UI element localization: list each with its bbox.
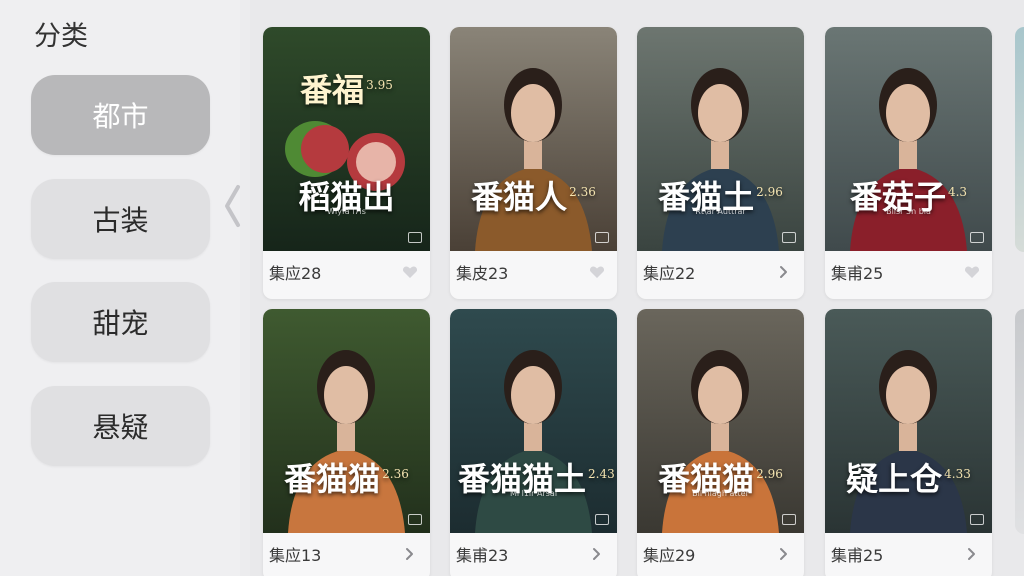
episode-label: 集甫25 [831,546,884,565]
drama-card[interactable]: 番猫猫 2.36 集应13 [263,309,430,576]
drama-card-partial[interactable] [1015,27,1024,252]
category-sidebar: 分类 都市 古装 甜宠 悬疑 [0,0,240,576]
chevron-right-icon[interactable] [776,265,792,279]
poster-rating: 2.43 [588,467,615,482]
poster-rating: 2.96 [756,185,783,200]
heart-icon[interactable] [402,265,418,279]
drama-card[interactable]: 番猫土 2.96 Rt\ar Auttrar 集应22 [637,27,804,299]
sidebar-title: 分类 [34,21,88,52]
poster-rating: 2.36 [569,185,596,200]
poster-title: 番猫猫 2.36 [271,454,422,500]
poster-image[interactable]: 番猫猫 2.96 Bll hlagh atter [637,309,804,533]
poster-rating: 2.36 [382,467,409,482]
chevron-left-icon[interactable] [222,183,242,229]
poster-image[interactable]: 番猫人 2.36 [450,27,617,251]
drama-card[interactable]: 番猫人 2.36 集皮23 [450,27,617,299]
poster-image[interactable]: 番猫土 2.96 Rt\ar Auttrar [637,27,804,251]
screen-icon [970,514,984,525]
episode-label: 集应28 [269,264,322,283]
poster-image[interactable]: 番菇子 4.3 Bllsr 5n bla [825,27,992,251]
poster-title-text: 疑上仓 [846,460,943,498]
screen-icon [408,232,422,243]
drama-card[interactable]: 番菇子 4.3 Bllsr 5n bla 集甫25 [825,27,992,299]
chevron-right-icon[interactable] [776,547,792,561]
episode-label: 集应22 [643,264,696,283]
heart-icon[interactable] [589,265,605,279]
episode-label: 集皮23 [456,264,509,283]
screen-icon [595,514,609,525]
chevron-right-icon[interactable] [964,547,980,561]
poster-title: 疑上仓 4.33 [833,454,984,500]
chevron-right-icon[interactable] [402,547,418,561]
poster-title-text: 番猫人 [471,178,568,216]
poster-rating: 2.96 [756,467,783,482]
poster-subtitle: Ml l1ir Arsal [509,489,558,498]
poster-image[interactable]: 番猫猫 2.36 [263,309,430,533]
poster-image[interactable]: 番福 3.95 稻猫出 Wlyfa l7ls [263,27,430,251]
poster-rating: 4.33 [944,467,971,482]
poster-title-text: 番猫猫 [284,460,381,498]
screen-icon [782,232,796,243]
category-button-suspense[interactable]: 悬疑 [31,386,210,466]
episode-label: 集甫25 [831,264,884,283]
poster-subtitle: Bllsr 5n bla [886,207,931,216]
episode-label: 集应29 [643,546,696,565]
category-button-urban[interactable]: 都市 [31,75,210,155]
poster-title-top: 番福 3.95 [271,65,422,111]
poster-rating: 4.3 [947,185,968,200]
poster-rating-top: 3.95 [366,78,393,93]
heart-icon[interactable] [964,265,980,279]
drama-card[interactable]: 番猫猫土 2.43 Ml l1ir Arsal 集甫23 [450,309,617,576]
screen-icon [595,232,609,243]
poster-image[interactable]: 疑上仓 4.33 [825,309,992,533]
screen-icon [408,514,422,525]
poster-subtitle: Wlyfa l7ls [327,207,366,216]
episode-label: 集应13 [269,546,322,565]
poster-title: 番猫人 2.36 [458,172,609,218]
poster-subtitle: Bll hlagh atter [692,489,749,498]
episode-label: 集甫23 [456,546,509,565]
drama-card[interactable]: 番福 3.95 稻猫出 Wlyfa l7ls 集应28 [263,27,430,299]
drama-card[interactable]: 疑上仓 4.33 集甫25 [825,309,992,576]
poster-subtitle: Rt\ar Auttrar [695,207,746,216]
poster-image[interactable]: 番猫猫土 2.43 Ml l1ir Arsal [450,309,617,533]
drama-card-partial[interactable] [1015,309,1024,534]
drama-grid: 番福 3.95 稻猫出 Wlyfa l7ls 集应28 番猫人 2.36 集皮23 番猫土 2.9… [250,0,1024,576]
category-button-romance[interactable]: 甜宠 [31,282,210,362]
category-button-costume[interactable]: 古装 [31,179,210,259]
chevron-right-icon[interactable] [589,547,605,561]
screen-icon [782,514,796,525]
poster-title-top-text: 番福 [300,71,365,109]
drama-card[interactable]: 番猫猫 2.96 Bll hlagh atter 集应29 [637,309,804,576]
screen-icon [970,232,984,243]
